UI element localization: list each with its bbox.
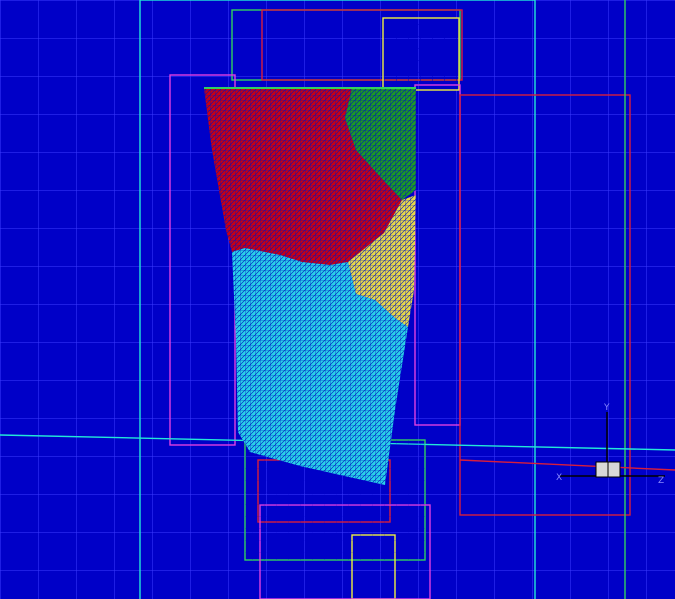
axis-z-label: Z <box>658 476 664 486</box>
block-yellow-top <box>382 17 460 91</box>
mesh-scene[interactable]: Y X Z <box>0 0 675 599</box>
axis-y-label: Y <box>603 403 610 413</box>
graphics-viewport[interactable]: Y X Z <box>0 0 675 599</box>
axis-x-label: X <box>556 473 562 483</box>
